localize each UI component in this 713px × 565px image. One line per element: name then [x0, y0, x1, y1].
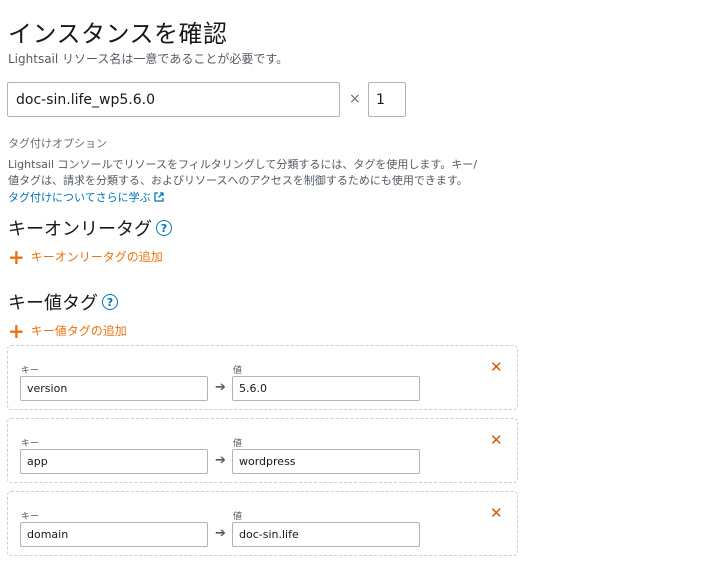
page-subtitle: Lightsail リソース名は一意であることが必要です。	[8, 52, 289, 66]
tag-key-input[interactable]	[20, 449, 208, 474]
value-label: 値	[233, 512, 243, 522]
multiply-sign: ×	[349, 91, 361, 107]
key-value-tags-heading: キー値タグ ?	[8, 289, 118, 315]
tag-key-input[interactable]	[20, 522, 208, 547]
tagging-description-line-1: Lightsail コンソールでリソースをフィルタリングして分類するには、タグを…	[8, 158, 478, 171]
key-value-tag-card: キー ➔ 値 ✕	[7, 418, 518, 483]
remove-tag-icon[interactable]: ✕	[490, 358, 503, 376]
external-link-icon	[154, 192, 164, 202]
tagging-options-label: タグ付けオプション	[8, 137, 107, 150]
plus-icon: +	[8, 244, 25, 269]
value-label: 値	[233, 366, 243, 376]
plus-icon: +	[8, 318, 25, 343]
tag-value-input[interactable]	[232, 376, 420, 401]
arrow-right-icon: ➔	[215, 453, 226, 468]
key-only-tags-title: キーオンリータグ	[8, 219, 152, 240]
tag-value-input[interactable]	[232, 449, 420, 474]
add-key-only-tag-button[interactable]: + キーオンリータグの追加	[8, 244, 163, 269]
arrow-right-icon: ➔	[215, 380, 226, 395]
key-value-tags-title: キー値タグ	[8, 293, 98, 314]
tag-value-input[interactable]	[232, 522, 420, 547]
tag-key-input[interactable]	[20, 376, 208, 401]
learn-more-tagging-label: タグ付けについてさらに学ぶ	[8, 191, 151, 204]
instance-name-input[interactable]	[7, 82, 340, 117]
key-value-tag-card: キー ➔ 値 ✕	[7, 345, 518, 410]
add-key-value-tag-label: キー値タグの追加	[30, 324, 127, 338]
page-title: インスタンスを確認	[8, 20, 228, 48]
arrow-right-icon: ➔	[215, 526, 226, 541]
remove-tag-icon[interactable]: ✕	[490, 431, 503, 449]
add-key-value-tag-button[interactable]: + キー値タグの追加	[8, 318, 127, 343]
remove-tag-icon[interactable]: ✕	[490, 504, 503, 522]
key-label: キー	[21, 439, 40, 449]
key-value-tag-card: キー ➔ 値 ✕	[7, 491, 518, 556]
tagging-description: Lightsail コンソールでリソースをフィルタリングして分類するには、タグを…	[8, 157, 477, 189]
key-value-help-icon[interactable]: ?	[102, 294, 118, 310]
learn-more-tagging-link[interactable]: タグ付けについてさらに学ぶ	[8, 189, 164, 205]
add-key-only-tag-label: キーオンリータグの追加	[30, 250, 163, 264]
key-label: キー	[21, 512, 40, 522]
key-only-tags-heading: キーオンリータグ ?	[8, 215, 172, 241]
tagging-description-line-2: 値タグは、請求を分類する、およびリソースへのアクセスを制御するためにも使用できま…	[8, 174, 468, 187]
instance-count-input[interactable]	[368, 82, 406, 117]
key-label: キー	[21, 366, 40, 376]
value-label: 値	[233, 439, 243, 449]
key-only-help-icon[interactable]: ?	[156, 220, 172, 236]
